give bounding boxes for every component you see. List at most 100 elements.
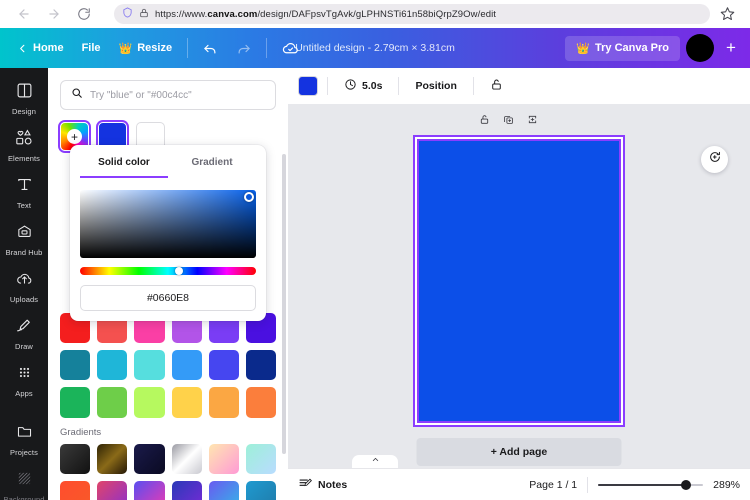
collapse-panel-button[interactable] <box>352 455 398 468</box>
hue-handle[interactable] <box>175 267 183 275</box>
add-page-icon[interactable] <box>527 112 538 130</box>
color-swatch[interactable] <box>97 350 127 380</box>
animate-icon <box>708 150 722 169</box>
gradient-swatch[interactable] <box>172 444 202 474</box>
search-input[interactable]: Try "blue" or "#00c4cc" <box>60 80 276 110</box>
sidebar-item-uploads[interactable]: Uploads <box>1 264 47 309</box>
color-swatch[interactable] <box>60 387 90 417</box>
color-swatch[interactable] <box>172 350 202 380</box>
zoom-fill <box>598 484 686 486</box>
gradients-row-1 <box>48 444 288 474</box>
position-button[interactable]: Position <box>408 75 463 97</box>
resize-button[interactable]: 👑 Resize <box>110 37 182 60</box>
bottom-bar: Notes Page 1 / 1 289% <box>288 468 750 500</box>
sidebar-item-text[interactable]: Text <box>1 170 47 215</box>
color-swatch[interactable] <box>97 387 127 417</box>
lock-open-icon <box>490 78 503 94</box>
notes-button[interactable]: Notes <box>298 476 347 493</box>
search-icon <box>71 86 83 104</box>
page-indicator: Page 1 / 1 <box>529 479 577 491</box>
context-toolbar: 5.0s Position <box>288 68 750 104</box>
default-colors-row-2 <box>48 350 288 380</box>
animate-button[interactable] <box>701 146 728 173</box>
sidebar-item-projects[interactable]: Projects <box>1 417 47 462</box>
text-icon <box>16 176 33 198</box>
saturation-value-area[interactable] <box>80 190 256 258</box>
gradient-swatch[interactable] <box>134 481 164 500</box>
sidebar-item-brand-hub[interactable]: Brand Hub <box>1 217 47 262</box>
forward-button[interactable] <box>46 6 62 22</box>
gradient-swatch[interactable] <box>246 444 276 474</box>
gradient-swatch[interactable] <box>246 481 276 500</box>
sv-handle[interactable] <box>244 192 254 202</box>
crown-icon: 👑 <box>119 42 133 55</box>
gradient-swatch[interactable] <box>97 444 127 474</box>
sidebar-item-apps[interactable]: Apps <box>1 358 47 403</box>
redo-button[interactable] <box>227 36 260 61</box>
star-icon[interactable] <box>720 6 736 22</box>
duplicate-icon[interactable] <box>503 112 514 130</box>
color-swatch[interactable] <box>60 350 90 380</box>
toolbar-color-swatch[interactable] <box>298 76 318 96</box>
sidebar-item-design[interactable]: Design <box>1 76 47 121</box>
background-icon <box>16 470 33 492</box>
design-page[interactable] <box>415 137 623 425</box>
undo-button[interactable] <box>194 36 227 61</box>
gradient-swatch[interactable] <box>60 481 90 500</box>
gradient-swatch[interactable] <box>134 444 164 474</box>
chevron-left-icon <box>17 43 28 54</box>
hex-input[interactable]: #0660E8 <box>80 285 256 311</box>
lock-button[interactable] <box>483 73 510 99</box>
try-canva-pro-button[interactable]: 👑 Try Canva Pro <box>565 36 680 61</box>
bottom-right-group: Page 1 / 1 289% <box>529 477 740 493</box>
sidebar-item-elements[interactable]: Elements <box>1 123 47 168</box>
sidebar-label: Projects <box>10 448 38 457</box>
browser-nav-buttons <box>16 6 92 22</box>
sidebar-item-draw[interactable]: Draw <box>1 311 47 356</box>
gradient-swatch[interactable] <box>172 481 202 500</box>
url-prefix: https://www. <box>155 9 207 20</box>
color-swatch[interactable] <box>246 350 276 380</box>
zoom-value: 289% <box>713 479 740 491</box>
panel-scrollbar[interactable] <box>282 154 286 454</box>
draw-icon <box>15 317 33 339</box>
sidebar-item-background[interactable]: Background <box>1 464 47 500</box>
top-bar-right-group: 👑 Try Canva Pro + <box>565 34 742 62</box>
color-swatch[interactable] <box>134 350 164 380</box>
gradient-swatch[interactable] <box>209 444 239 474</box>
gradient-swatch[interactable] <box>209 481 239 500</box>
add-member-button[interactable]: + <box>720 37 742 59</box>
reload-button[interactable] <box>76 6 92 22</box>
color-swatch[interactable] <box>246 387 276 417</box>
duration-button[interactable]: 5.0s <box>337 73 389 99</box>
design-icon <box>16 82 33 104</box>
color-swatch[interactable] <box>134 387 164 417</box>
color-swatch[interactable] <box>209 350 239 380</box>
hue-slider[interactable] <box>80 267 256 275</box>
cloud-save-button[interactable] <box>273 35 308 62</box>
avatar[interactable] <box>686 34 714 62</box>
lock-open-icon[interactable] <box>479 112 490 130</box>
zoom-slider[interactable] <box>598 478 703 492</box>
bottom-divider <box>587 477 588 493</box>
picker-tabs: Solid color Gradient <box>70 145 266 178</box>
add-page-button[interactable]: + Add page <box>417 438 622 466</box>
gradient-swatch[interactable] <box>60 444 90 474</box>
file-label: File <box>82 42 101 54</box>
tab-gradient[interactable]: Gradient <box>168 145 256 178</box>
default-colors-row-3 <box>48 387 288 417</box>
canva-editor-window: https://www.canva.com/design/DAFpsvTgAvk… <box>0 0 750 500</box>
color-swatch[interactable] <box>209 387 239 417</box>
ctx-divider-2 <box>398 77 399 95</box>
color-swatch[interactable] <box>172 387 202 417</box>
zoom-knob[interactable] <box>681 480 691 490</box>
tab-solid-color[interactable]: Solid color <box>80 145 168 178</box>
sidebar-label: Text <box>17 201 31 210</box>
gradient-swatch[interactable] <box>97 481 127 500</box>
home-button[interactable]: Home <box>8 37 73 59</box>
file-menu-button[interactable]: File <box>73 37 110 59</box>
back-button[interactable] <box>16 6 32 22</box>
sidebar-label: Apps <box>15 389 33 398</box>
sidebar-label: Uploads <box>10 295 38 304</box>
address-bar[interactable]: https://www.canva.com/design/DAFpsvTgAvk… <box>114 4 710 24</box>
